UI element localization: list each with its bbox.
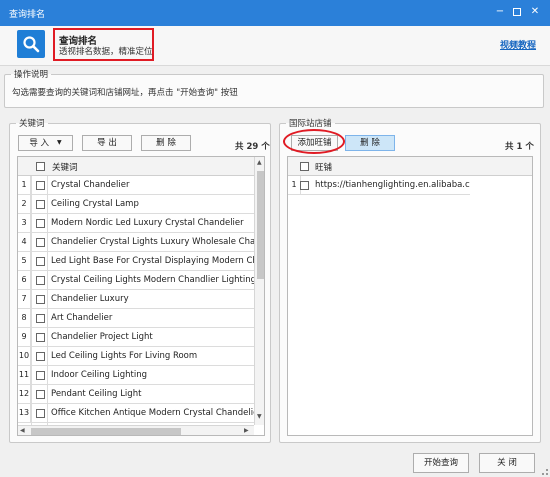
instructions-legend: 操作说明 <box>14 70 49 80</box>
row-checkbox[interactable] <box>36 295 45 304</box>
row-text: https://tianhenglighting.en.alibaba.com <box>315 180 470 190</box>
row-checkbox[interactable] <box>36 333 45 342</box>
window-titlebar: 查询排名 − ✕ <box>0 0 550 26</box>
maximize-icon <box>513 8 521 16</box>
row-number: 2 <box>18 195 31 214</box>
row-number: 5 <box>18 252 31 271</box>
keywords-legend: 关键词 <box>19 119 45 129</box>
row-text: Chandelier Project Light <box>51 332 153 342</box>
row-number: 12 <box>18 385 31 404</box>
row-text: Art Chandelier <box>51 313 113 323</box>
row-number: 3 <box>18 214 31 233</box>
close-button[interactable]: 关 闭 <box>479 453 535 473</box>
keywords-column-header: 关键词 <box>52 163 78 173</box>
scroll-up-icon[interactable]: ▲ <box>257 159 262 166</box>
table-row[interactable]: 1 https://tianhenglighting.en.alibaba.com <box>288 176 470 195</box>
table-row[interactable]: 3 Modern Nordic Led Luxury Crystal Chande… <box>18 214 254 233</box>
delete-keywords-button[interactable]: 删 除 <box>141 135 191 151</box>
row-checkbox[interactable] <box>36 219 45 228</box>
row-text: Crystal Ceiling Lights Modern Chandlier … <box>51 275 254 285</box>
row-checkbox[interactable] <box>300 181 309 190</box>
row-checkbox[interactable] <box>36 352 45 361</box>
shops-column-header: 旺铺 <box>315 163 333 173</box>
import-dropdown-button[interactable]: 导 入 ▼ <box>18 135 73 151</box>
table-row[interactable]: 12 Pendant Ceiling Light <box>18 385 254 404</box>
table-row[interactable]: 2 Ceiling Crystal Lamp <box>18 195 254 214</box>
table-row[interactable]: 5 Led Light Base For Crystal Displaying M… <box>18 252 254 271</box>
row-number: 10 <box>18 347 31 366</box>
table-row[interactable]: 8 Art Chandelier <box>18 309 254 328</box>
table-row[interactable]: 9 Chandelier Project Light <box>18 328 254 347</box>
row-text: Office Kitchen Antique Modern Crystal Ch… <box>51 408 254 418</box>
table-row[interactable]: 6 Crystal Ceiling Lights Modern Chandlier… <box>18 271 254 290</box>
row-checkbox[interactable] <box>36 390 45 399</box>
shops-table: 旺铺 1 https://tianhenglighting.en.alibaba.… <box>287 156 533 436</box>
row-checkbox[interactable] <box>36 314 45 323</box>
row-checkbox[interactable] <box>36 181 45 190</box>
intl-shops-legend: 国际站店铺 <box>289 119 332 129</box>
row-number: 4 <box>18 233 31 252</box>
row-number: 1 <box>18 176 31 195</box>
row-text: Modern Nordic Led Luxury Crystal Chandel… <box>51 218 244 228</box>
page-subtitle: 透视排名数据，精准定位 <box>59 47 153 57</box>
row-number: 6 <box>18 271 31 290</box>
table-row[interactable]: 13 Office Kitchen Antique Modern Crystal … <box>18 404 254 423</box>
table-row[interactable]: 11 Indoor Ceiling Lighting <box>18 366 254 385</box>
minimize-button[interactable]: − <box>493 5 507 19</box>
row-checkbox[interactable] <box>36 238 45 247</box>
row-text: Indoor Ceiling Lighting <box>51 370 147 380</box>
resize-grip-icon[interactable] <box>542 469 548 475</box>
window-title: 查询排名 <box>9 10 46 20</box>
row-text: Crystal Chandelier <box>51 180 130 190</box>
maximize-button[interactable] <box>510 5 524 19</box>
keywords-horizontal-scrollbar[interactable]: ◀ ▶ <box>18 425 254 435</box>
row-number: 9 <box>18 328 31 347</box>
video-tutorial-link[interactable]: 视频教程 <box>500 38 536 51</box>
row-number: 11 <box>18 366 31 385</box>
table-row[interactable]: 4 Chandelier Crystal Lights Luxury Wholes… <box>18 233 254 252</box>
highlight-circle <box>283 129 345 154</box>
table-row[interactable]: 7 Chandelier Luxury <box>18 290 254 309</box>
row-checkbox[interactable] <box>36 371 45 380</box>
keywords-table: 关键词 1 Crystal Chandelier 2 Ceiling Crystal … <box>17 156 265 436</box>
row-checkbox[interactable] <box>36 276 45 285</box>
scroll-thumb[interactable] <box>31 428 181 435</box>
shops-count: 共 1 个 <box>505 142 534 152</box>
keywords-vertical-scrollbar[interactable]: ▲ ▼ <box>254 157 264 425</box>
row-number: 13 <box>18 404 31 423</box>
row-number: 7 <box>18 290 31 309</box>
keywords-table-header: 关键词 <box>18 157 254 176</box>
row-text: Led Light Base For Crystal Displaying Mo… <box>51 256 254 266</box>
table-row[interactable]: 1 Crystal Chandelier <box>18 176 254 195</box>
scroll-right-icon[interactable]: ▶ <box>244 427 249 434</box>
row-text: Pendant Ceiling Light <box>51 389 142 399</box>
delete-shop-button[interactable]: 删 除 <box>345 135 395 151</box>
export-button[interactable]: 导 出 <box>82 135 132 151</box>
search-icon <box>17 30 45 58</box>
table-row[interactable]: 10 Led Ceiling Lights For Living Room <box>18 347 254 366</box>
keywords-count: 共 29 个 <box>235 142 270 152</box>
chevron-down-icon: ▼ <box>57 139 62 146</box>
header-banner: 查询排名 透视排名数据，精准定位 视频教程 <box>0 26 550 66</box>
scroll-down-icon[interactable]: ▼ <box>257 413 262 420</box>
row-text: Led Ceiling Lights For Living Room <box>51 351 198 361</box>
scroll-thumb[interactable] <box>257 171 264 279</box>
row-number: 8 <box>18 309 31 328</box>
close-window-button[interactable]: ✕ <box>528 5 542 19</box>
select-all-keywords-checkbox[interactable] <box>36 162 45 171</box>
row-checkbox[interactable] <box>36 409 45 418</box>
instructions-text: 勾选需要查询的关键词和店铺网址，再点击 "开始查询" 按钮 <box>12 88 238 98</box>
start-query-button[interactable]: 开始查询 <box>413 453 469 473</box>
row-text: Chandelier Luxury <box>51 294 129 304</box>
row-text: Ceiling Crystal Lamp <box>51 199 139 209</box>
shops-table-header: 旺铺 <box>288 157 532 176</box>
scroll-left-icon[interactable]: ◀ <box>20 427 25 434</box>
row-checkbox[interactable] <box>36 200 45 209</box>
row-checkbox[interactable] <box>36 257 45 266</box>
import-label: 导 入 <box>29 138 50 149</box>
row-text: Chandelier Crystal Lights Luxury Wholesa… <box>51 237 254 247</box>
select-all-shops-checkbox[interactable] <box>300 162 309 171</box>
